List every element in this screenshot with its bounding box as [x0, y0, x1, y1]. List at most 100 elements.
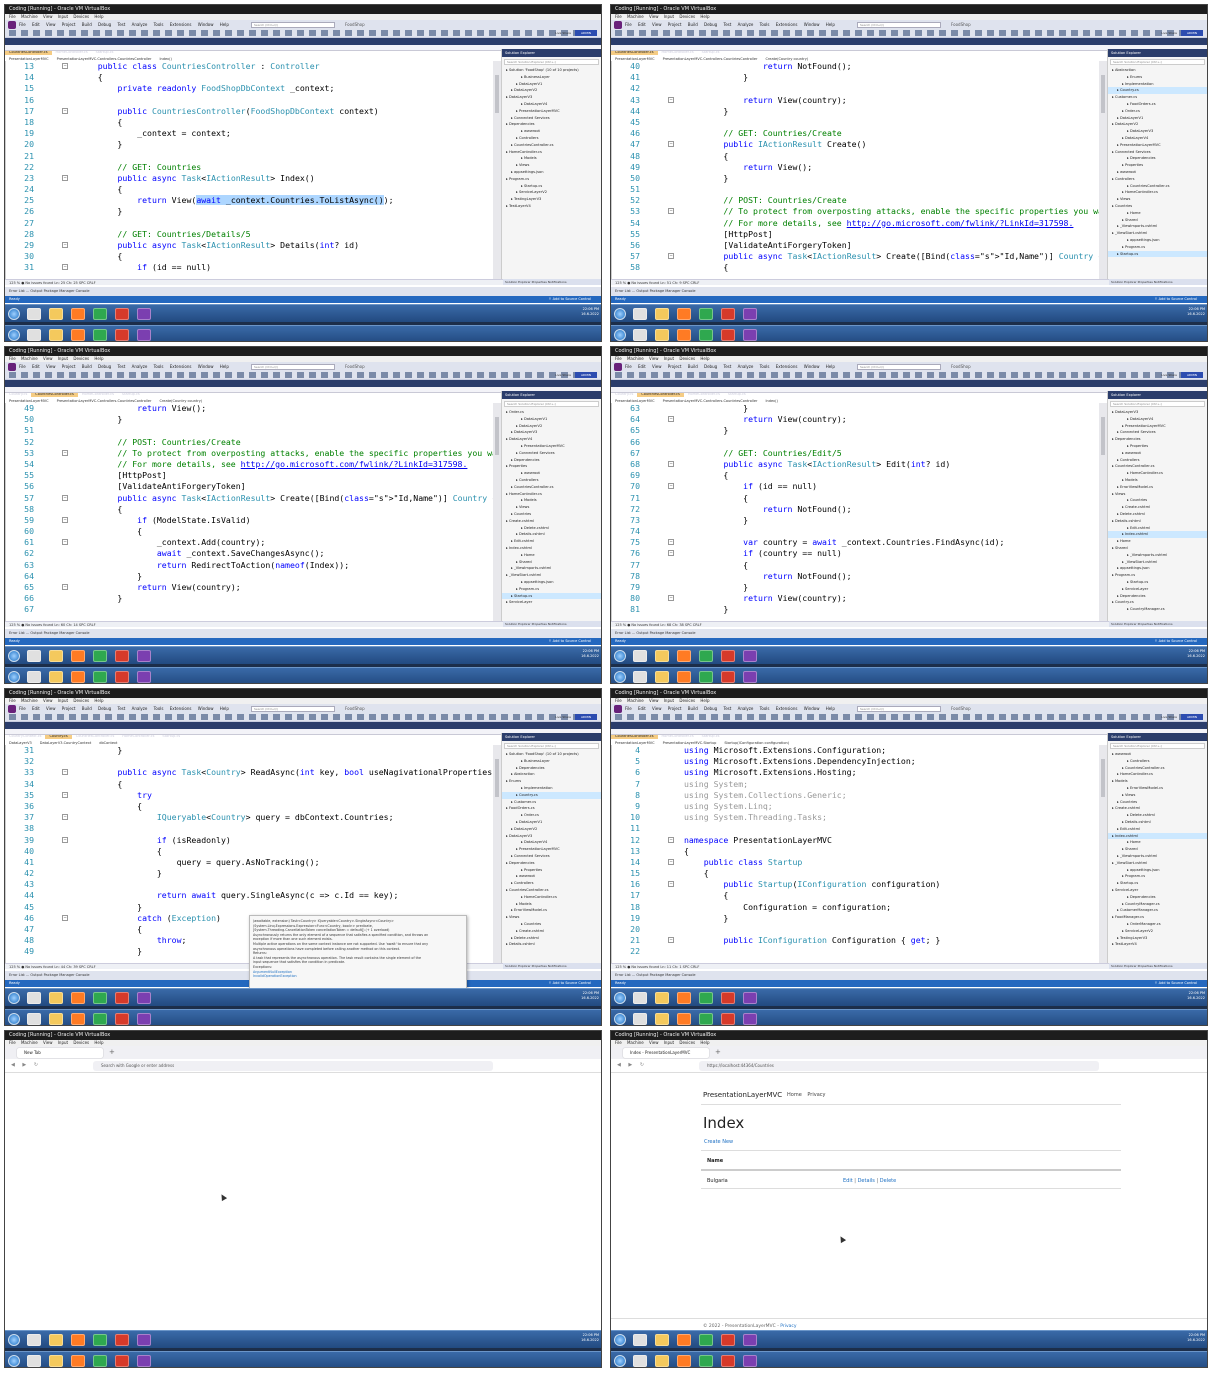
solution-item[interactable]: ▸ Countries [1108, 799, 1207, 806]
solution-item[interactable]: ▸ Edit.cshtml [1108, 826, 1207, 833]
vs-toolbar-icons[interactable] [9, 372, 597, 378]
solution-item[interactable]: ▸ CountryManager.cs [1108, 606, 1207, 613]
solution-item[interactable]: ▸ Program.cs [1108, 572, 1207, 579]
host-taskbar-app-icon[interactable] [27, 329, 41, 341]
solution-item[interactable]: ▸ Enums [502, 778, 601, 785]
collapse-icon[interactable]: − [62, 791, 68, 798]
solution-item[interactable]: ▸ Program.cs [502, 176, 601, 183]
host-start-button-icon[interactable] [614, 671, 626, 683]
solution-item[interactable]: ▸ Shared [1108, 545, 1207, 552]
taskbar-app-icon[interactable] [655, 992, 669, 1004]
live-share-button[interactable]: Live Share [555, 31, 571, 35]
vs-search-input[interactable]: Search (Ctrl+Q) [251, 364, 335, 370]
collapse-icon[interactable]: − [668, 416, 674, 423]
taskbar-app-icon[interactable] [655, 1355, 669, 1367]
solution-item[interactable]: ▸ TestLayerV4 [1108, 941, 1207, 948]
solution-item[interactable]: ▸ Dependencies [502, 765, 601, 772]
host-taskbar-app-icon[interactable] [633, 329, 647, 341]
host-taskbar-app-icon[interactable] [633, 1013, 647, 1025]
solution-item[interactable]: ▸ Dependencies [1108, 593, 1207, 600]
solution-item[interactable]: ▸ Details.cshtml [502, 531, 601, 538]
code-editor[interactable]: 4 using Microsoft.Extensions.Configuratio… [611, 745, 1099, 963]
solution-item[interactable]: ▸ Controllers [1108, 758, 1207, 765]
solution-item[interactable]: ▸ Country.cs [1108, 599, 1207, 606]
live-share-button[interactable]: Live Share [1161, 31, 1177, 35]
collapse-icon[interactable]: − [62, 814, 68, 821]
solution-item[interactable]: ▸ DataLayerV4 [1108, 416, 1207, 423]
solution-item[interactable]: ▸ Home [502, 552, 601, 559]
solution-item[interactable]: ▸ Startup.cs [502, 592, 601, 600]
solution-item[interactable]: ▸ Connected Services [502, 450, 601, 457]
solution-item[interactable]: ▸ _ViewImports.cshtml [1108, 853, 1207, 860]
solution-item[interactable]: ▸ CountryManager.cs [1108, 901, 1207, 908]
solution-item[interactable]: ▸ Solution 'FoodShop' (10 of 10 projects… [502, 751, 601, 758]
solution-item[interactable]: ▸ Models [502, 155, 601, 162]
host-taskbar-app-icon[interactable] [137, 329, 151, 341]
taskbar-app-icon[interactable] [633, 992, 647, 1004]
taskbar-app-icon[interactable] [115, 992, 129, 1004]
solution-item[interactable]: ▸ Startup.cs [502, 183, 601, 190]
taskbar-app-icon[interactable] [655, 1334, 669, 1346]
taskbar-app-icon[interactable] [27, 1355, 41, 1367]
editor-scrollbar[interactable] [1099, 61, 1107, 279]
editor-scrollbar[interactable] [493, 61, 501, 279]
solution-item[interactable]: ▸ ServiceLayer [1108, 586, 1207, 593]
host-taskbar-app-icon[interactable] [743, 671, 757, 683]
host-taskbar-app-icon[interactable] [743, 329, 757, 341]
solution-item[interactable]: ▸ Enums [1108, 74, 1207, 81]
solution-item[interactable]: ▸ OrderManager.cs [1108, 921, 1207, 928]
host-taskbar-app-icon[interactable] [27, 671, 41, 683]
solution-item[interactable]: ▸ Customer.cs [502, 799, 601, 806]
solution-item[interactable]: ▸ Order.cs [502, 409, 601, 416]
collapse-icon[interactable]: − [668, 550, 674, 557]
solution-explorer-tabs[interactable]: Solution Explorer Properties Notificatio… [502, 279, 601, 285]
collapse-icon[interactable]: − [668, 460, 674, 467]
solution-item[interactable]: ▸ Create.cshtml [502, 928, 601, 935]
host-taskbar-app-icon[interactable] [743, 1013, 757, 1025]
vs-menu-bar[interactable]: File Edit View Project Build Debug Test … [19, 364, 229, 369]
solution-item[interactable]: ▸ Views [502, 914, 601, 921]
editor-scrollbar[interactable] [493, 745, 501, 963]
solution-item[interactable]: ▸ PresentationLayerMVC [1108, 142, 1207, 149]
taskbar-app-icon[interactable] [27, 650, 41, 662]
taskbar-app-icon[interactable] [137, 308, 151, 320]
start-button-icon[interactable] [614, 650, 626, 662]
solution-item[interactable]: ▸ Home [1108, 538, 1207, 545]
taskbar-app-icon[interactable] [137, 992, 151, 1004]
solution-item[interactable]: ▸ CountriesController.cs [1108, 183, 1207, 190]
live-share-button[interactable]: Live Share [555, 373, 571, 377]
collapse-icon[interactable]: − [668, 208, 674, 215]
solution-item[interactable]: ▸ CustomerManager.cs [1108, 907, 1207, 914]
solution-item[interactable]: ▸ Implementation [1108, 81, 1207, 88]
host-start-button-icon[interactable] [8, 1355, 20, 1367]
host-taskbar-app-icon[interactable] [71, 329, 85, 341]
solution-item[interactable]: ▸ DataLayerV1 [1108, 115, 1207, 122]
taskbar-app-icon[interactable] [677, 1334, 691, 1346]
editor-scrollbar[interactable] [493, 403, 501, 621]
solution-item[interactable]: ▸ TestingLayerV3 [1108, 935, 1207, 942]
solution-item[interactable]: ▸ Delete.cshtml [502, 935, 601, 942]
solution-item[interactable]: ▸ Home [1108, 839, 1207, 846]
solution-item[interactable]: ▸ _ViewStart.cshtml [502, 572, 601, 579]
solution-search-input[interactable]: Search Solution Explorer (Ctrl+;) [504, 743, 599, 749]
solution-item[interactable]: ▸ Index.cshtml [502, 545, 601, 552]
vs-search-input[interactable]: Search (Ctrl+Q) [857, 364, 941, 370]
taskbar-app-icon[interactable] [93, 308, 107, 320]
collapse-icon[interactable]: − [62, 494, 68, 501]
host-taskbar-app-icon[interactable] [49, 329, 63, 341]
solution-item[interactable]: ▸ Home [1108, 210, 1207, 217]
taskbar-app-icon[interactable] [633, 1334, 647, 1346]
taskbar-app-icon[interactable] [677, 308, 691, 320]
solution-item[interactable]: ▸ DataLayerV4 [502, 101, 601, 108]
add-to-source-control-button[interactable]: ↑ Add to Source Control [1155, 638, 1197, 645]
output-tabs[interactable]: Error List ... Output Package Manager Co… [611, 629, 1207, 638]
solution-item[interactable]: ▸ DataLayerV3 [502, 833, 601, 840]
taskbar-app-icon[interactable] [71, 650, 85, 662]
taskbar-app-icon[interactable] [71, 1355, 85, 1367]
delete-link[interactable]: Delete [880, 1178, 896, 1184]
vs-search-input[interactable]: Search (Ctrl+Q) [251, 22, 335, 28]
solution-item[interactable]: ▸ BusinessLayer [502, 758, 601, 765]
output-tabs[interactable]: Error List ... Output Package Manager Co… [611, 971, 1207, 980]
taskbar-app-icon[interactable] [655, 650, 669, 662]
collapse-icon[interactable]: − [62, 449, 68, 456]
